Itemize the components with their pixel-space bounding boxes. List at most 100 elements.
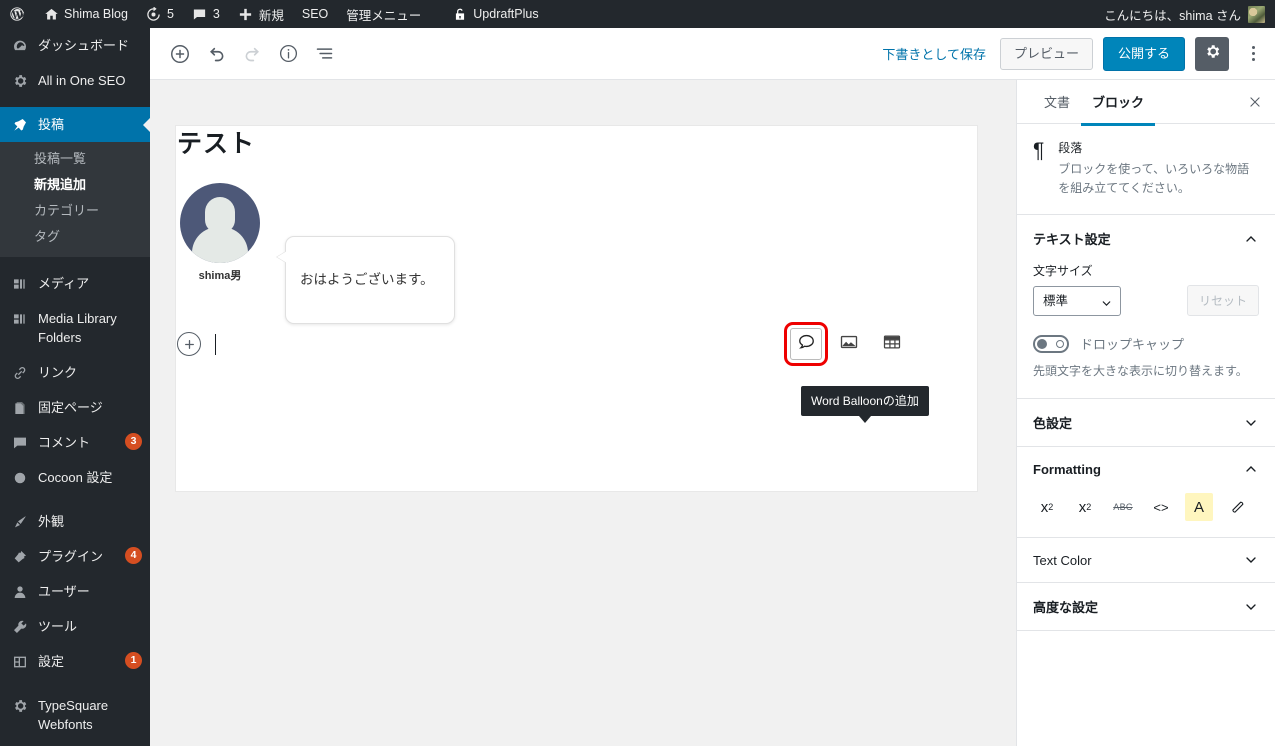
home-icon [43,6,59,22]
font-size-select[interactable]: 標準 [1033,285,1121,316]
menu-separator [0,679,150,688]
admin-menu-item[interactable]: 管理メニュー [337,0,430,28]
panel-formatting-header[interactable]: Formatting [1017,447,1275,491]
sidebar-subitem-all-posts[interactable]: 投稿一覧 [0,146,150,172]
undo-icon[interactable] [198,36,234,72]
chevron-up-icon [1243,461,1259,477]
wordpress-logo-menu[interactable] [0,0,34,28]
balloon-speech-bubble[interactable]: おはようございます。 [276,236,455,324]
sidebar-subitem-categories[interactable]: カテゴリー [0,198,150,224]
sidebar-item-label: プラグイン [38,549,104,564]
panel-title: Formatting [1033,461,1101,477]
sidebar-item-media[interactable]: メディア [0,266,150,301]
superscript-icon[interactable]: x2 [1033,493,1061,521]
panel-color-settings-header[interactable]: 色設定 [1017,399,1275,446]
sidebar-item-dashboard[interactable]: ダッシュボード [0,28,150,63]
code-icon[interactable]: <> [1147,493,1175,521]
quick-insert-buttons [784,322,908,366]
block-type-card: ¶ 段落 ブロックを使って、いろいろな物語を組み立ててください。 [1017,124,1275,216]
panel-text-color-header[interactable]: Text Color [1017,538,1275,582]
tab-document[interactable]: 文書 [1033,80,1081,126]
admin-menu-label: 管理メニュー [346,8,422,23]
close-icon[interactable] [1235,80,1275,124]
sidebar-item-label: コメント [38,435,91,450]
sidebar-subitem-tags[interactable]: タグ [0,224,150,250]
wordpress-logo-icon [9,6,25,22]
settings-gear-button[interactable] [1195,36,1229,71]
sidebar-item-typesquare-webfonts[interactable]: TypeSquare Webfonts [0,688,150,742]
comments-menu[interactable]: 3 [183,0,229,28]
admin-sidebar-menu: ダッシュボード All in One SEO 投稿 投稿一覧 新規追加 カテゴリ… [0,28,150,746]
panel-text-settings: テキスト設定 文字サイズ 標準 リセット ドロップキャップ 先頭文字を大きな表示… [1017,215,1275,400]
editor-content-area: テスト shima男 おはようございます。 Word Balloonの追加 [150,80,1015,746]
updates-menu[interactable]: 5 [137,0,183,28]
sidebar-item-users[interactable]: ユーザー [0,574,150,609]
media-icon [10,274,30,293]
pin-icon [10,115,30,134]
menu-separator [0,742,150,746]
sidebar-item-media-library-folders[interactable]: Media Library Folders [0,301,150,355]
sidebar-item-label: メディア [38,276,90,291]
sidebar-item-pages[interactable]: 固定ページ [0,390,150,425]
appearance-brush-icon [10,512,30,531]
comment-bubble-icon [192,6,208,22]
sidebar-item-settings[interactable]: 設定 1 [0,644,150,679]
speech-bubble-icon [797,332,816,356]
avatar [1248,5,1265,23]
panel-title: テキスト設定 [1033,232,1111,248]
gear-icon [10,696,30,715]
dropcap-description: 先頭文字を大きな表示に切り替えます。 [1033,364,1248,379]
block-inserter-button[interactable] [177,332,201,356]
comments-count: 3 [212,7,220,21]
updraftplus-label: UpdraftPlus [473,7,539,21]
panel-text-color: Text Color [1017,538,1275,584]
settings-sliders-icon [10,652,30,671]
circle-icon [10,468,30,487]
sidebar-item-posts[interactable]: 投稿 [0,107,150,142]
post-title[interactable]: テスト [177,124,255,160]
sidebar-item-plugins[interactable]: プラグイン 4 [0,539,150,574]
panel-text-settings-body: 文字サイズ 標準 リセット ドロップキャップ 先頭文字を大きな表示に切り替えます… [1017,262,1275,398]
save-draft-button[interactable]: 下書きとして保存 [878,38,990,69]
block-card-description: ブロックを使って、いろいろな物語を組み立ててください。 [1058,162,1250,195]
sidebar-item-comments[interactable]: コメント 3 [0,425,150,460]
clear-formatting-icon[interactable] [1223,493,1251,521]
sidebar-item-cocoon-settings[interactable]: Cocoon 設定 [0,460,150,495]
add-block-icon[interactable] [162,36,198,72]
account-menu[interactable]: こんにちは、shima さん [1104,5,1275,24]
header-actions: 下書きとして保存 プレビュー 公開する [878,36,1267,71]
preview-button[interactable]: プレビュー [999,37,1093,70]
sidebar-item-tools[interactable]: ツール [0,609,150,644]
publish-button[interactable]: 公開する [1102,36,1185,71]
more-options-button[interactable] [1239,37,1267,71]
empty-paragraph-row [177,332,216,356]
chevron-down-icon [1243,599,1259,615]
media-icon [10,309,30,328]
tab-block[interactable]: ブロック [1081,80,1156,126]
seo-menu[interactable]: SEO [293,0,337,28]
content-info-icon[interactable] [270,36,306,72]
strikethrough-icon[interactable]: ABC [1109,493,1137,521]
reset-font-size-button[interactable]: リセット [1186,285,1259,317]
plugin-icon [10,547,30,566]
new-content-menu[interactable]: 新規 [229,0,293,28]
sidebar-item-label: 外観 [38,514,65,529]
sidebar-item-all-in-one-seo[interactable]: All in One SEO [0,63,150,98]
table-button[interactable] [876,328,908,360]
word-balloon-button[interactable] [784,322,828,366]
text-highlight-icon[interactable]: A [1185,493,1213,522]
subscript-icon[interactable]: x2 [1071,493,1099,521]
updraftplus-menu[interactable]: UpdraftPlus [430,0,547,28]
comment-bubble-icon [10,433,30,452]
sidebar-item-links[interactable]: リンク [0,355,150,390]
sidebar-subitem-add-new[interactable]: 新規追加 [0,172,150,198]
panel-text-settings-header[interactable]: テキスト設定 [1017,215,1275,262]
plus-icon [238,6,254,22]
site-name-menu[interactable]: Shima Blog [34,0,137,28]
panel-advanced-header[interactable]: 高度な設定 [1017,583,1275,630]
redo-icon[interactable] [234,36,270,72]
dropcap-toggle[interactable] [1033,334,1069,353]
block-navigation-icon[interactable] [306,36,342,72]
image-button[interactable] [833,328,865,360]
sidebar-item-appearance[interactable]: 外観 [0,504,150,539]
